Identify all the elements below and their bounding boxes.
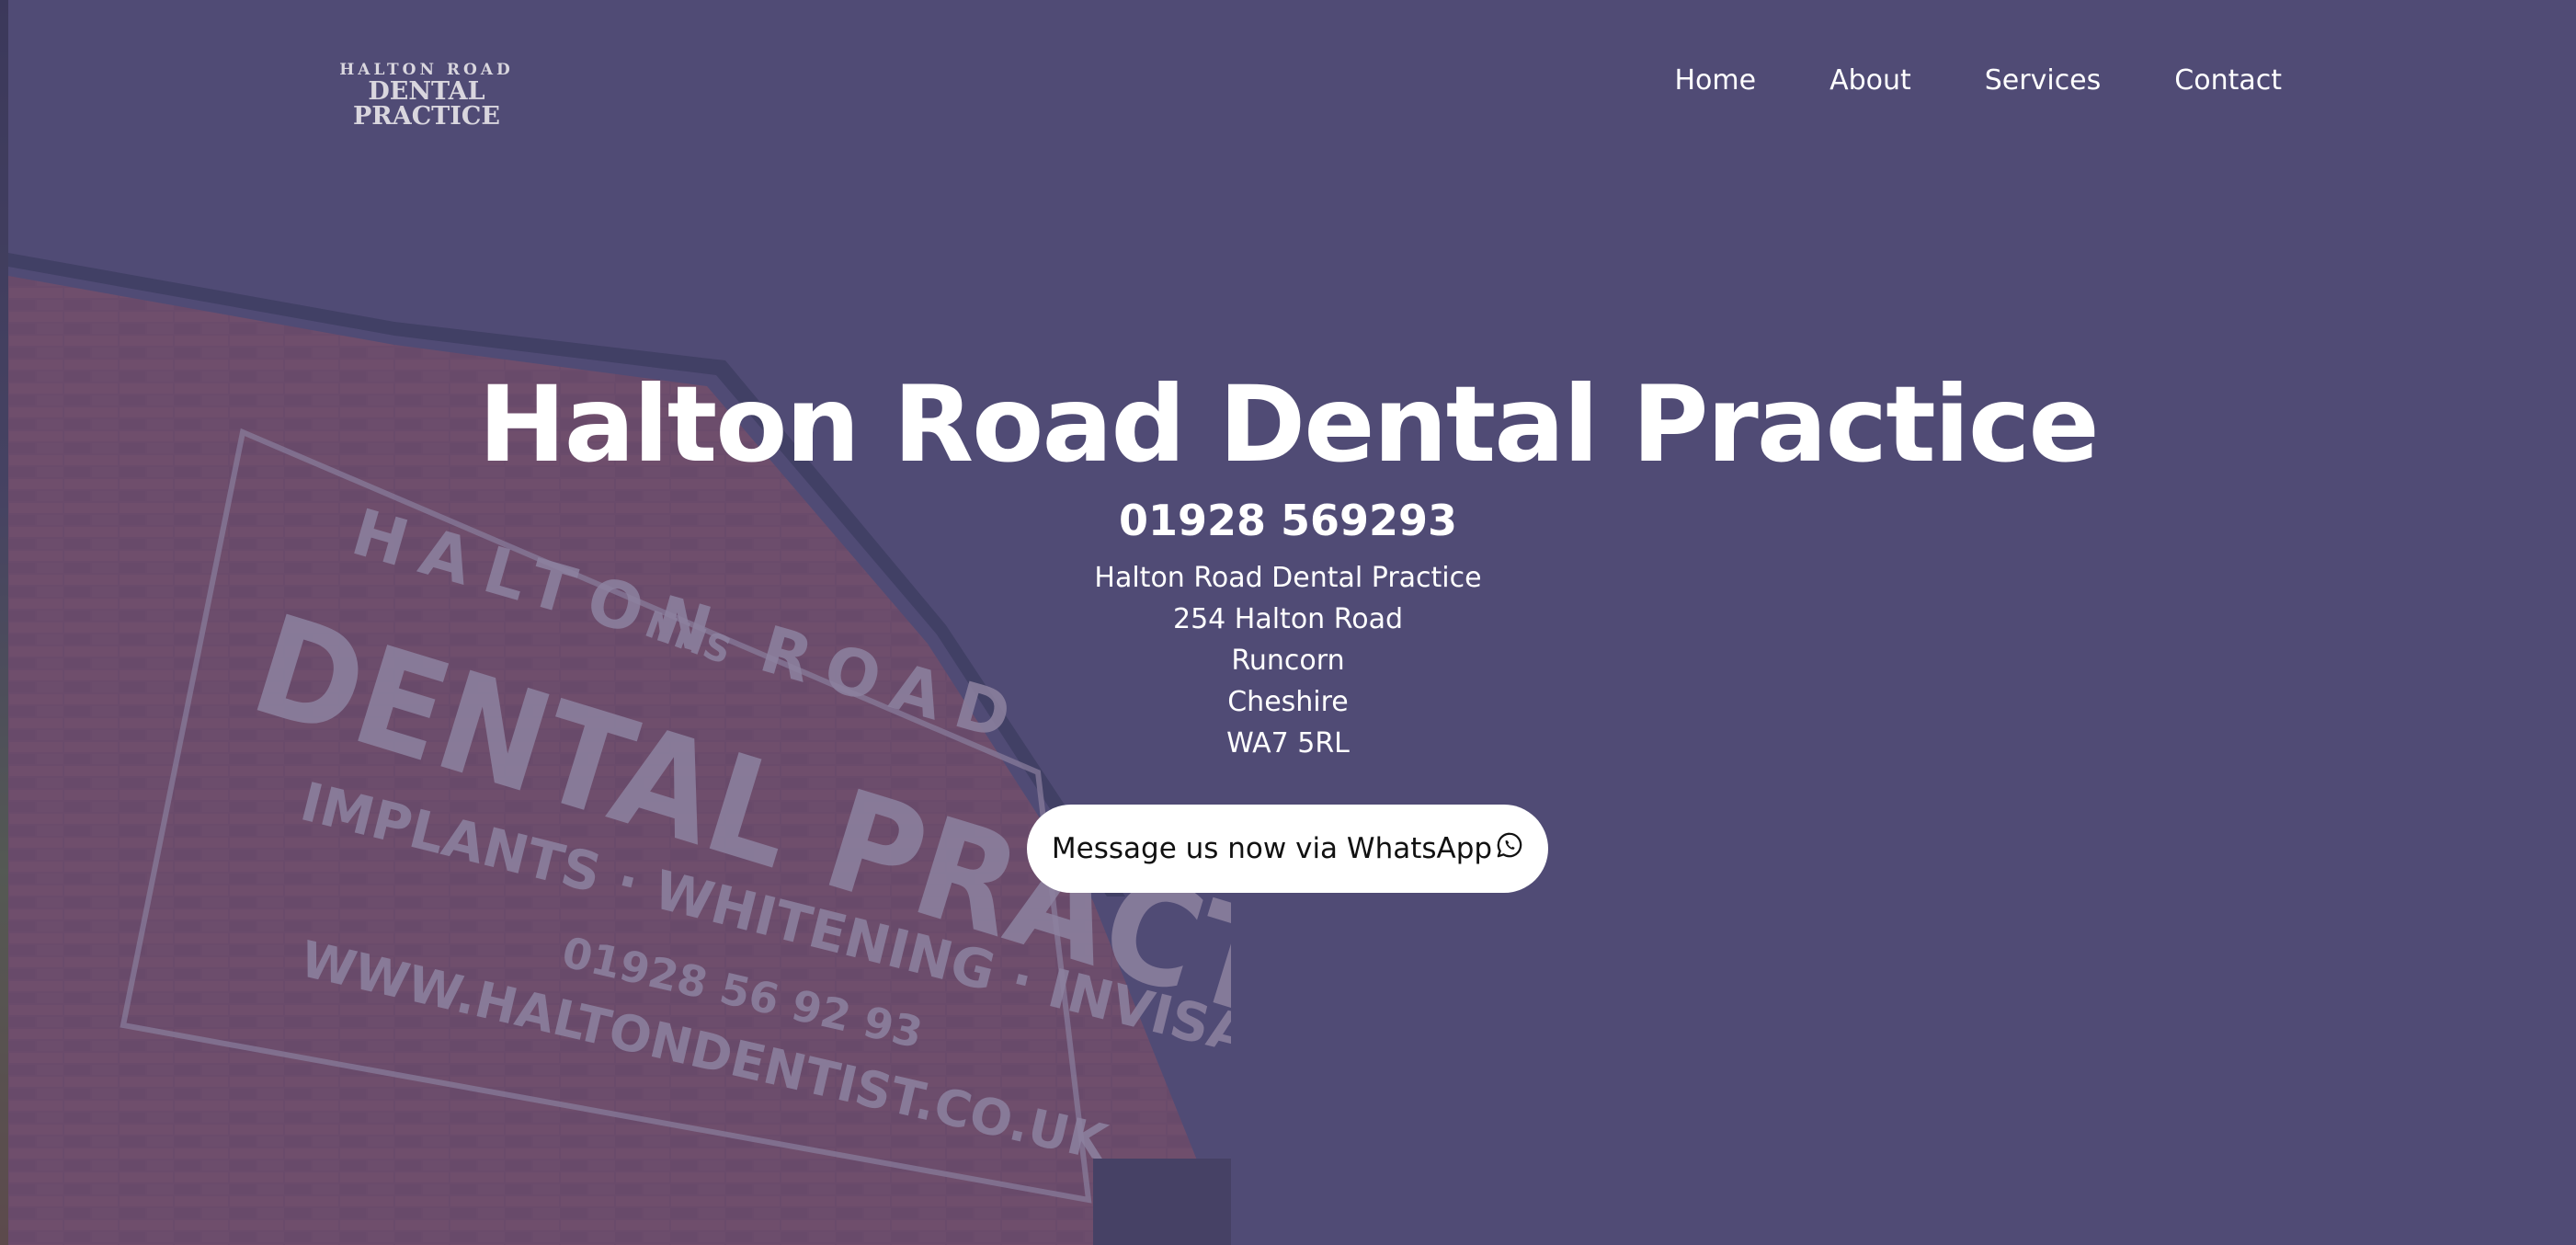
hero-phone[interactable]: 01928 569293 bbox=[0, 493, 2576, 548]
hero-section: HALTON ROAD NHS DENTAL PRACTICE IMPLANTS… bbox=[0, 0, 2576, 1245]
whatsapp-button-label: Message us now via WhatsApp bbox=[1051, 832, 1493, 865]
address-line: WA7 5RL bbox=[1226, 727, 1350, 760]
logo-line1: HALTON ROAD bbox=[339, 61, 514, 79]
address-line: 254 Halton Road bbox=[1172, 603, 1404, 635]
logo-line2: DENTAL PRACTICE bbox=[353, 77, 500, 131]
site-logo[interactable]: HALTON ROAD DENTAL PRACTICE bbox=[318, 61, 535, 130]
address-line: Halton Road Dental Practice bbox=[1094, 562, 1482, 594]
nav-services[interactable]: Services bbox=[1985, 59, 2102, 103]
main-nav: Home About Services Contact bbox=[1674, 59, 2282, 103]
hero-address: Halton Road Dental Practice 254 Halton R… bbox=[0, 557, 2576, 764]
hero-title: Halton Road Dental Practice bbox=[478, 363, 2099, 485]
nav-about[interactable]: About bbox=[1829, 59, 1911, 103]
whatsapp-button[interactable]: Message us now via WhatsApp bbox=[1027, 805, 1548, 893]
whatsapp-icon bbox=[1496, 831, 1523, 866]
nav-home[interactable]: Home bbox=[1674, 59, 1756, 103]
hero-content: Halton Road Dental Practice 01928 569293… bbox=[0, 360, 2576, 764]
address-line: Runcorn bbox=[1231, 645, 1345, 677]
nav-contact[interactable]: Contact bbox=[2174, 59, 2282, 103]
address-line: Cheshire bbox=[1227, 686, 1349, 718]
